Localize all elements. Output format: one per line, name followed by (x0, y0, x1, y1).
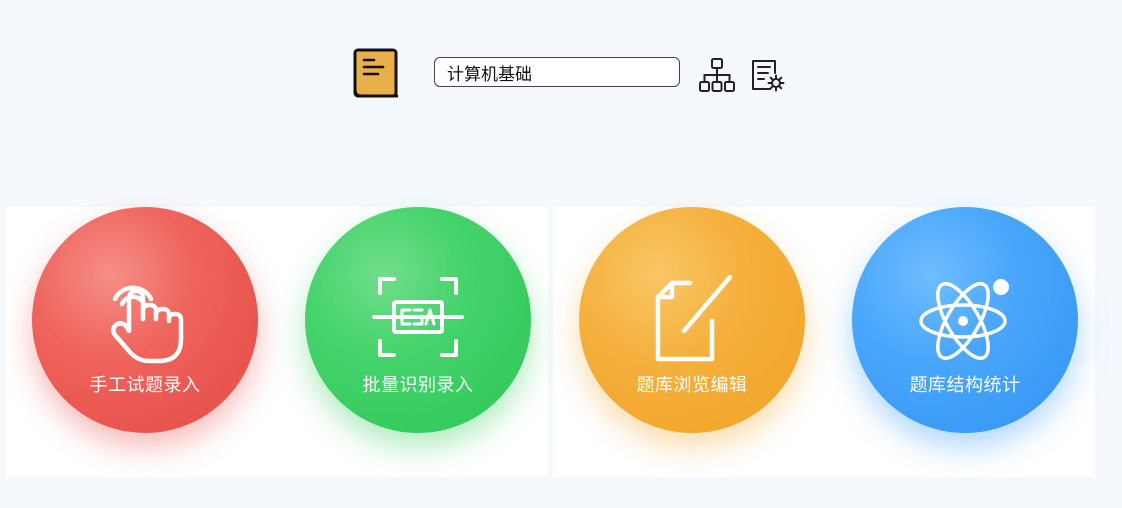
browse-edit-label: 题库浏览编辑 (636, 375, 748, 396)
tap-hand-icon (111, 285, 184, 364)
bank-structure-button[interactable] (698, 56, 736, 94)
atom-icon (919, 279, 1009, 360)
question-bank-select[interactable]: 计算机基础 (434, 57, 680, 87)
question-bank-book-icon (353, 48, 398, 98)
scan-icon (372, 277, 464, 357)
structure-stats-button[interactable]: 题库结构统计 (852, 207, 1078, 433)
toolbar: 计算机基础 (352, 44, 792, 100)
structure-stats-label: 题库结构统计 (909, 375, 1021, 396)
org-chart-icon (699, 58, 735, 92)
edit-document-icon (655, 274, 733, 362)
document-settings-icon (752, 60, 785, 92)
batch-recognition-button[interactable]: 批量识别录入 (305, 207, 531, 433)
browse-edit-button[interactable]: 题库浏览编辑 (579, 207, 805, 433)
bank-settings-button[interactable] (748, 56, 786, 94)
question-bank-select-value: 计算机基础 (447, 64, 532, 85)
manual-entry-label: 手工试题录入 (89, 375, 201, 396)
manual-entry-button[interactable]: 手工试题录入 (32, 207, 258, 433)
batch-recognition-label: 批量识别录入 (362, 375, 474, 396)
